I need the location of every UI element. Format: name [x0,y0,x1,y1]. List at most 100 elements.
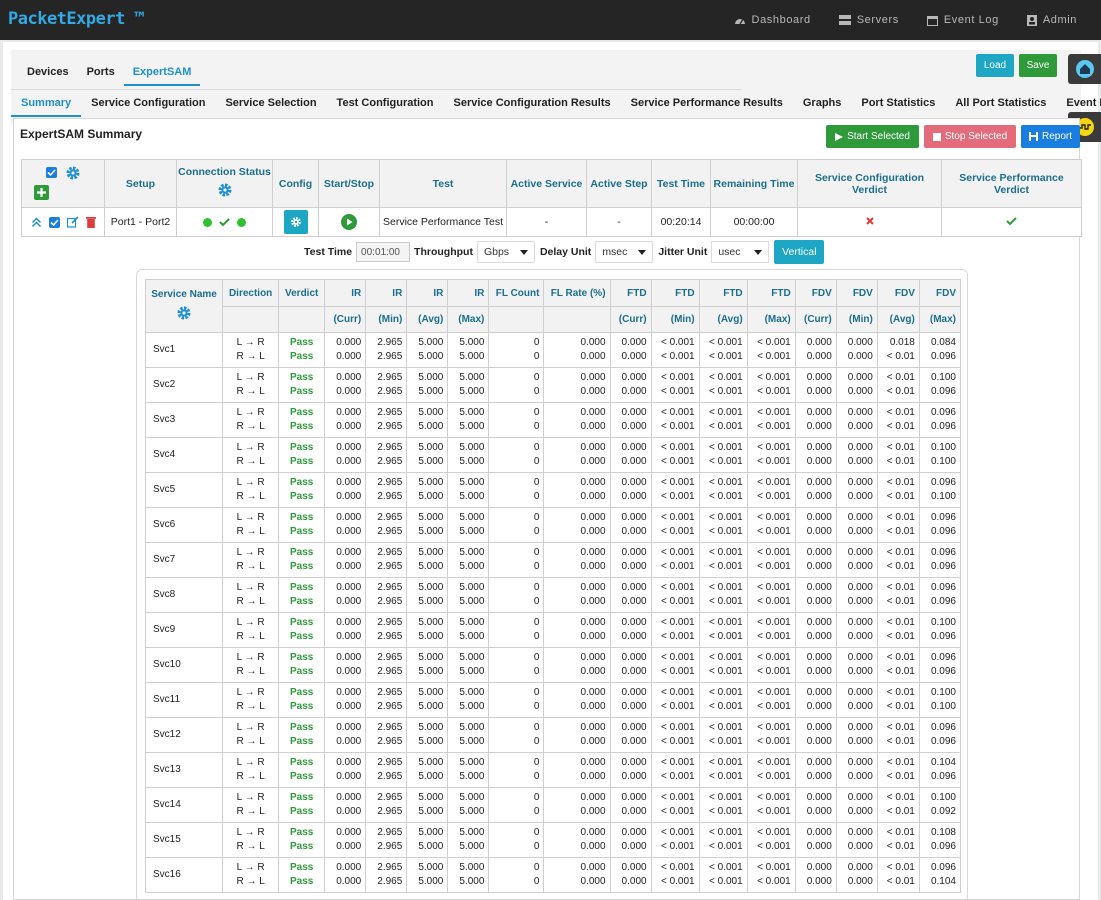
ftd-max-lr-value: < 0.001 [757,477,791,488]
nav-servers[interactable]: Servers [825,0,913,40]
tab-port-statistics[interactable]: Port Statistics [851,90,945,117]
connection-status-header: Connection Status [176,159,273,208]
nav-dashboard[interactable]: Dashboard [720,0,825,40]
verdict-cell: Pass Pass [278,857,326,893]
ir-max-cell: 5.000 5.000 [447,437,490,473]
add-icon[interactable] [34,184,49,200]
ftd-min-cell: < 0.001 < 0.001 [650,332,700,368]
ir-curr-rl-value: 0.000 [336,456,362,467]
home-icon [1075,60,1094,78]
fl-rate-cell: 0.000 0.000 [543,857,611,893]
fl-rate-cell: 0.000 0.000 [543,682,611,718]
stop-selected-button[interactable]: Stop Selected [924,125,1016,148]
fl-rate-lr-value: 0.000 [580,827,606,838]
panel-title: ExpertSAM Summary [20,127,143,141]
ftd-max-cell: < 0.001 < 0.001 [746,507,796,543]
verdict-rl-value: Pass [290,736,314,747]
report-button[interactable]: Report [1021,125,1080,148]
gear-icon[interactable] [65,165,81,181]
ftd-min-rl-value: < 0.001 [660,806,695,817]
ftd-min-cell: < 0.001 < 0.001 [650,507,700,543]
vertical-button[interactable]: Vertical [774,240,825,264]
ftd-avg-cell: < 0.001 < 0.001 [698,577,748,613]
fl-rate-lr-value: 0.000 [580,862,606,873]
select-all-checkbox[interactable] [45,167,57,178]
fdv-avg-rl-value: < 0.01 [886,701,915,712]
ftd-curr-sub: (Curr) [609,306,652,333]
ir-min-lr-value: 2.965 [377,337,403,348]
throughput-select[interactable]: Gbps [476,241,535,263]
tab-service-selection[interactable]: Service Selection [215,90,326,117]
direction-cell: L → R R → L [222,717,280,753]
edit-icon[interactable] [66,216,79,228]
service-name-cell: Svc9 [144,612,224,648]
row-checkbox[interactable] [48,216,60,228]
ftd-avg-lr-value: < 0.001 [709,372,743,383]
fail-icon [865,217,874,225]
ftd-min-cell: < 0.001 < 0.001 [650,472,700,508]
fdv-max-cell: 0.100 0.092 [918,787,962,823]
ir-avg-lr-value: 5.000 [418,827,444,838]
fdv-avg-rl-value: < 0.01 [886,456,915,467]
service-name-cell: Svc10 [144,647,224,683]
ir-avg-rl-value: 5.000 [418,456,444,467]
direction-l-to-r: L → R [236,617,265,628]
fdv-min-lr-value: 0.000 [847,372,873,383]
tab-devices[interactable]: Devices [18,58,78,86]
fl-count-cell: 00 [488,612,545,648]
ftd-max-lr-value: < 0.001 [757,512,791,523]
tab-service-configuration-results[interactable]: Service Configuration Results [444,90,621,117]
ir-min-header: IR [365,279,408,307]
side-home-button[interactable] [1068,54,1101,84]
ir-max-cell: 5.000 5.000 [447,717,490,753]
direction-l-to-r: L → R [236,827,265,838]
ir-max-lr-value: 5.000 [459,512,485,523]
ir-min-cell: 2.965 2.965 [365,647,408,683]
tab-graphs[interactable]: Graphs [793,90,852,117]
nav-event-log[interactable]: Event Log [913,0,1013,40]
test-time-field[interactable]: 00:01:00 [356,242,411,262]
verdict-rl-value: Pass [290,666,314,677]
tab-expertsam[interactable]: ExpertSAM [123,58,201,86]
select-all-header [21,159,105,208]
fdv-max-rl-value: 0.096 [930,771,956,782]
fdv-curr-rl-value: 0.000 [806,841,832,852]
jitter-unit-select[interactable]: usec [711,241,770,263]
ir-curr-lr-value: 0.000 [336,547,362,558]
config-button[interactable] [283,210,308,234]
ir-min-rl-value: 2.965 [377,806,403,817]
tab-area: Devices Ports ExpertSAM Summary Service … [11,50,1101,124]
ftd-avg-cell: < 0.001 < 0.001 [698,612,748,648]
tab-service-performance-results[interactable]: Service Performance Results [621,90,793,117]
delay-unit-select[interactable]: msec [595,241,654,263]
tab-ports[interactable]: Ports [78,58,124,86]
fl-count-rl-value: 0 [533,841,540,852]
ir-max-rl-value: 5.000 [459,876,485,887]
gear-icon[interactable] [176,305,192,321]
fl-rate-lr-value: 0.000 [580,757,606,768]
ir-avg-cell: 5.000 5.000 [406,332,449,368]
gear-icon[interactable] [217,182,233,198]
table-row: Svc9 L → RR → L Pass Pass 0.000 0.000 2.965 2.9… [144,612,962,648]
fdv-min-rl-value: 0.000 [847,666,873,677]
fl-rate-cell: 0.000 0.000 [543,612,611,648]
verdict-cell: Pass Pass [278,577,326,613]
fl-count-cell: 00 [488,367,545,403]
ftd-avg-rl-value: < 0.001 [709,806,743,817]
tab-summary[interactable]: Summary [11,90,82,117]
start-selected-button[interactable]: Start Selected [826,125,919,148]
tab-all-port-statistics[interactable]: All Port Statistics [945,90,1056,117]
tab-service-configuration[interactable]: Service Configuration [81,90,215,117]
fl-count-lr-value: 0 [533,337,540,348]
tab-test-configuration[interactable]: Test Configuration [327,90,444,117]
verdict-lr-value: Pass [290,862,314,873]
nav-admin[interactable]: Admin [1013,0,1091,40]
load-button[interactable]: Load [976,54,1014,77]
collapse-icon[interactable] [31,216,42,228]
play-circle-icon[interactable] [341,214,357,230]
fl-count-lr-value: 0 [533,547,540,558]
delete-icon[interactable] [85,216,96,228]
ftd-min-cell: < 0.001 < 0.001 [650,367,700,403]
save-button[interactable]: Save [1019,54,1057,77]
fdv-curr-rl-value: 0.000 [806,351,832,362]
